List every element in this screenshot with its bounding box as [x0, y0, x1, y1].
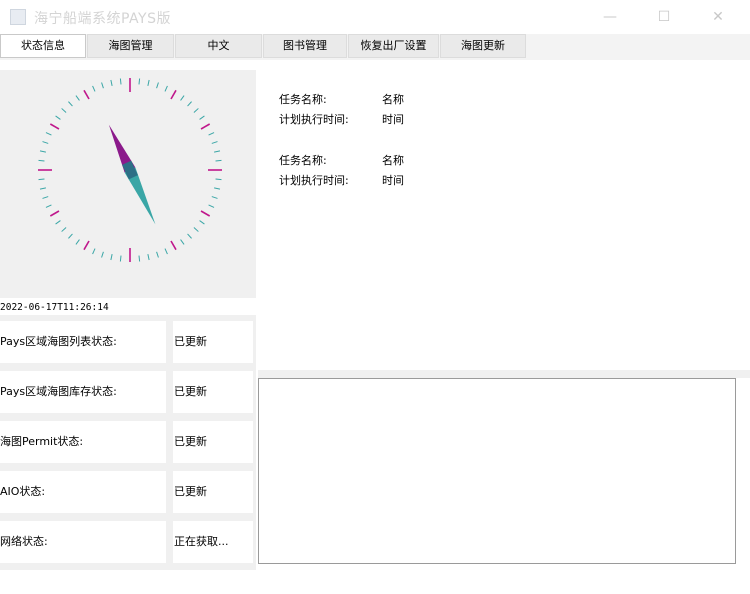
window-title-bar: 海宁船端系统PAYS版 — ☐ ✕	[0, 0, 750, 34]
tab-status-info[interactable]: 状态信息	[0, 34, 86, 58]
compass-minor-tick	[193, 227, 199, 232]
compass-minor-tick	[55, 115, 61, 120]
compass-minor-tick	[156, 251, 159, 258]
compass-minor-tick	[92, 248, 96, 255]
compass-minor-tick	[199, 115, 205, 120]
log-textbox[interactable]	[258, 378, 736, 564]
compass-panel	[0, 70, 256, 298]
compass-minor-tick	[138, 255, 141, 262]
compass-major-tick	[49, 210, 60, 217]
compass-minor-tick	[214, 187, 221, 190]
compass-minor-tick	[39, 187, 46, 190]
current-timestamp: 2022-06-17T11:26:14	[0, 300, 252, 315]
compass-minor-tick	[75, 239, 80, 245]
maximize-button[interactable]: ☐	[641, 4, 687, 30]
task-name-label: 任务名称:	[279, 154, 327, 167]
compass-minor-tick	[164, 248, 168, 255]
compass-minor-tick	[138, 78, 141, 85]
status-label-region-inventory: Pays区域海图库存状态:	[0, 371, 166, 413]
compass-minor-tick	[156, 82, 159, 89]
tab-chart-update[interactable]: 海图更新	[440, 34, 526, 58]
scheduled-tasks-panel: 任务名称: 名称 计划执行时间: 时间 任务名称: 名称 计划执行时间: 时间	[258, 70, 750, 370]
compass-minor-tick	[208, 132, 215, 136]
tab-chart-management[interactable]: 海图管理	[87, 34, 174, 58]
window-title: 海宁船端系统PAYS版	[34, 11, 171, 27]
task-time-value: 时间	[382, 174, 404, 187]
compass-minor-tick	[199, 220, 205, 225]
compass-major-tick	[170, 89, 177, 100]
compass-minor-tick	[187, 233, 192, 239]
compass-minor-tick	[45, 204, 52, 208]
compass-minor-tick	[110, 254, 113, 261]
task-time-label: 计划执行时间:	[279, 113, 349, 126]
compass-minor-tick	[68, 233, 73, 239]
status-value-region-list: 已更新	[173, 321, 253, 363]
compass-minor-tick	[119, 255, 122, 262]
compass-minor-tick	[38, 159, 45, 162]
task-name-label: 任务名称:	[279, 93, 327, 106]
compass-minor-tick	[180, 95, 185, 101]
compass-minor-tick	[39, 150, 46, 153]
compass-minor-tick	[101, 251, 104, 258]
compass-minor-tick	[211, 141, 218, 144]
compass-minor-tick	[147, 254, 150, 261]
compass-minor-tick	[215, 159, 222, 162]
status-value-aio: 已更新	[173, 471, 253, 513]
compass-minor-tick	[42, 141, 49, 144]
compass-minor-tick	[208, 204, 215, 208]
compass-minor-tick	[68, 101, 73, 107]
compass-minor-tick	[193, 108, 199, 113]
status-label-network: 网络状态:	[0, 521, 166, 563]
tab-book-management[interactable]: 图书管理	[263, 34, 347, 58]
close-button[interactable]: ✕	[695, 4, 741, 30]
task-time-value: 时间	[382, 113, 404, 126]
compass-minor-tick	[42, 196, 49, 199]
task-time-label: 计划执行时间:	[279, 174, 349, 187]
compass-minor-tick	[187, 101, 192, 107]
compass-minor-tick	[75, 95, 80, 101]
compass-minor-tick	[119, 78, 122, 85]
status-label-region-list: Pays区域海图列表状态:	[0, 321, 166, 363]
minimize-button[interactable]: —	[587, 4, 633, 30]
compass-minor-tick	[211, 196, 218, 199]
compass-minor-tick	[55, 220, 61, 225]
status-value-permit: 已更新	[173, 421, 253, 463]
compass-minor-tick	[101, 82, 104, 89]
window-bottom-edge	[0, 570, 750, 594]
compass-minor-tick	[147, 79, 150, 86]
compass-major-tick	[170, 240, 177, 251]
compass-major-tick	[83, 89, 90, 100]
compass-minor-tick	[92, 85, 96, 92]
status-label-permit: 海图Permit状态:	[0, 421, 166, 463]
compass-major-tick	[200, 123, 211, 130]
compass-minor-tick	[61, 227, 67, 232]
compass-minor-tick	[215, 178, 222, 181]
compass-dial	[38, 78, 222, 262]
compass-minor-tick	[164, 85, 168, 92]
tab-factory-reset[interactable]: 恢复出厂设置	[348, 34, 439, 58]
compass-minor-tick	[38, 178, 45, 181]
compass-minor-tick	[110, 79, 113, 86]
compass-minor-tick	[214, 150, 221, 153]
tab-language[interactable]: 中文	[175, 34, 262, 58]
status-value-region-inventory: 已更新	[173, 371, 253, 413]
status-label-aio: AIO状态:	[0, 471, 166, 513]
panel-divider	[258, 370, 750, 378]
task-name-value: 名称	[382, 93, 404, 106]
compass-major-tick	[200, 210, 211, 217]
task-name-value: 名称	[382, 154, 404, 167]
status-panel: Pays区域海图列表状态: 已更新 Pays区域海图库存状态: 已更新 海图Pe…	[0, 315, 256, 570]
compass-minor-tick	[180, 239, 185, 245]
compass-minor-tick	[61, 108, 67, 113]
status-value-network: 正在获取...	[173, 521, 253, 563]
compass-major-tick	[83, 240, 90, 251]
compass-major-tick	[49, 123, 60, 130]
app-icon	[10, 9, 26, 25]
compass-minor-tick	[45, 132, 52, 136]
